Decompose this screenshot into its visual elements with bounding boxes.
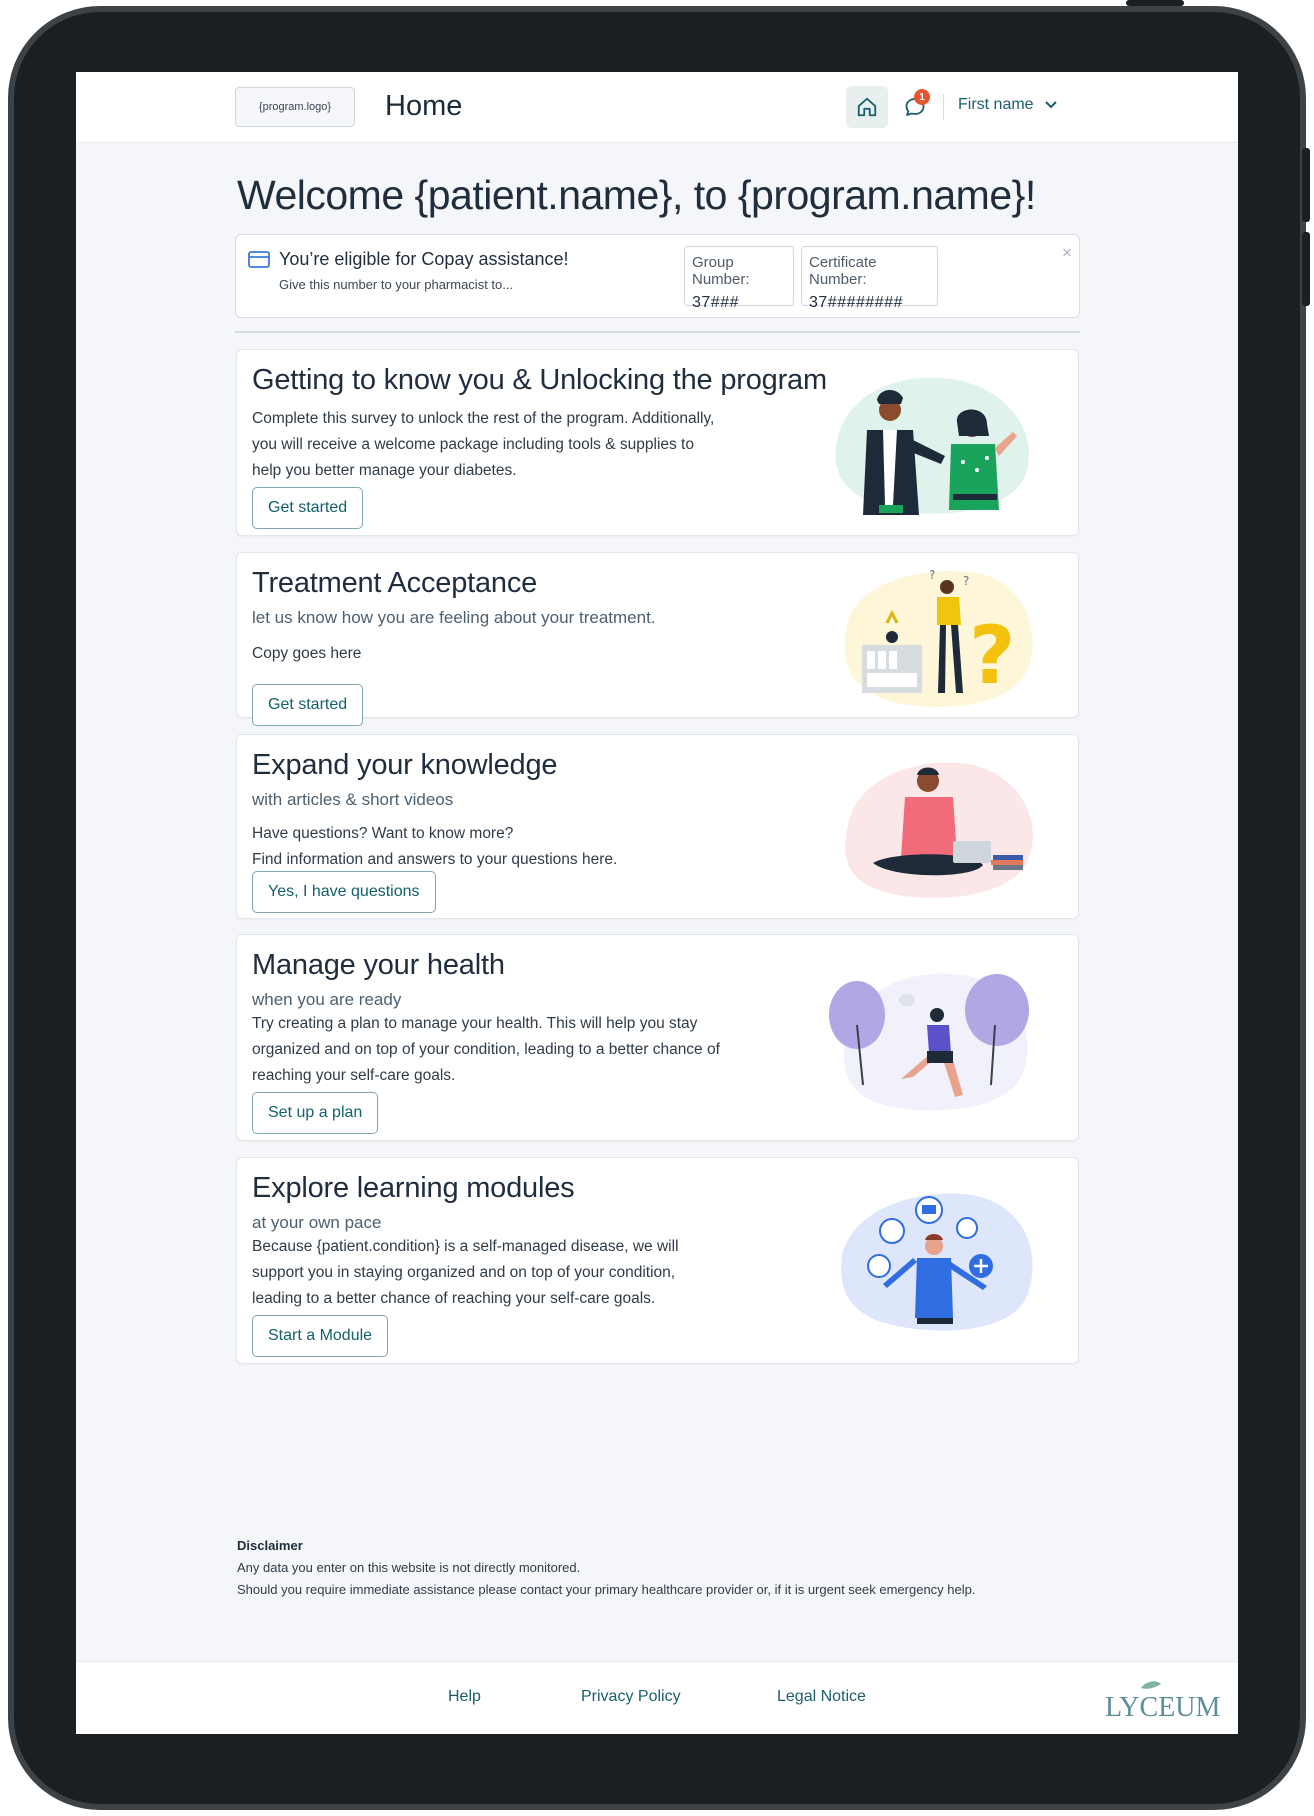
user-name: First name — [958, 96, 1034, 113]
card-treatment-acceptance: Treatment Acceptance let us know how you… — [236, 552, 1079, 726]
card-learning-modules: Explore learning modules at your own pac… — [236, 1157, 1079, 1364]
card-getting-to-know-you: Getting to know you & Unlocking the prog… — [236, 349, 1079, 536]
notification-badge: 1 — [914, 89, 930, 105]
welcome-heading: Welcome {patient.name}, to {program.name… — [237, 172, 1036, 218]
disclaimer-text: Any data you enter on this website is no… — [237, 1560, 581, 1575]
home-button[interactable] — [846, 86, 888, 128]
card-subtitle: with articles & short videos — [252, 790, 454, 809]
card-title: Getting to know you & Unlocking the prog… — [252, 364, 827, 396]
card-subtitle: let us know how you are feeling about yo… — [252, 608, 656, 627]
reading-person-illustration — [845, 762, 1033, 898]
volume-up-button — [1302, 148, 1310, 222]
question-person-illustration: ? ? ? — [844, 568, 1033, 707]
card-body: Copy goes here — [252, 645, 362, 662]
app-screen: {program.logo} Home 1 First name Welcome… — [76, 72, 1238, 1734]
lyceum-logo: LYCEUM — [1105, 1681, 1221, 1722]
card-body: Try creating a plan to manage your healt… — [252, 1015, 720, 1084]
home-icon — [857, 97, 877, 117]
close-icon[interactable]: × — [1062, 243, 1072, 263]
get-started-button[interactable]: Get started — [252, 487, 364, 529]
card-subtitle: at your own pace — [252, 1213, 382, 1232]
card-body: Complete this survey to unlock the rest … — [252, 410, 715, 479]
set-up-a-plan-button[interactable]: Set up a plan — [252, 1092, 379, 1134]
program-logo[interactable]: {program.logo} — [235, 87, 355, 127]
svg-text:?: ? — [929, 568, 935, 582]
group-number-value: 37### — [692, 294, 739, 311]
card-title: Manage your health — [252, 949, 505, 981]
copay-subtitle: Give this number to your pharmacist to..… — [279, 277, 514, 292]
welcome-people-illustration — [835, 377, 1029, 515]
card-manage-health: Manage your health when you are ready Tr… — [236, 934, 1079, 1141]
privacy-policy-link[interactable]: Privacy Policy — [581, 1688, 681, 1706]
modules-person-illustration — [841, 1193, 1033, 1331]
volume-down-button — [1302, 232, 1310, 306]
top-navigation-bar: {program.logo} Home 1 First name — [76, 72, 1238, 143]
help-link[interactable]: Help — [448, 1688, 481, 1706]
running-person-illustration — [829, 973, 1029, 1111]
certificate-number-label: Certificate Number: — [809, 254, 877, 288]
disclaimer-text: Should you require immediate assistance … — [237, 1582, 976, 1597]
legal-notice-link[interactable]: Legal Notice — [777, 1688, 866, 1706]
card-body-line: Have questions? Want to know more? — [252, 825, 514, 842]
card-title: Expand your knowledge — [252, 749, 558, 781]
get-started-button[interactable]: Get started — [252, 684, 364, 726]
header-divider — [943, 94, 944, 120]
certificate-number-value: 37######## — [809, 294, 903, 311]
svg-text:?: ? — [969, 609, 1015, 702]
card-title: Explore learning modules — [252, 1172, 575, 1204]
group-number-label: Group Number: — [692, 254, 750, 288]
page-title: Home — [385, 90, 463, 122]
credit-card-icon — [248, 251, 270, 268]
brand-name: LYCEUM — [1105, 1692, 1221, 1722]
section-divider — [235, 331, 1080, 333]
card-expand-knowledge: Expand your knowledge with articles & sh… — [236, 734, 1079, 919]
copay-banner: You’re eligible for Copay assistance! Gi… — [235, 234, 1080, 318]
power-button — [1126, 0, 1184, 6]
certificate-number-box[interactable]: Certificate Number: 37######## — [801, 246, 938, 311]
yes-i-have-questions-button[interactable]: Yes, I have questions — [252, 871, 436, 913]
card-body-line: Find information and answers to your que… — [252, 851, 618, 868]
start-a-module-button[interactable]: Start a Module — [252, 1315, 389, 1357]
card-subtitle: when you are ready — [252, 990, 402, 1009]
svg-text:?: ? — [963, 574, 969, 588]
card-body: Because {patient.condition} is a self-ma… — [252, 1238, 679, 1307]
footer: Help Privacy Policy Legal Notice LYCEUM — [76, 1661, 1238, 1734]
disclaimer-heading: Disclaimer — [237, 1538, 303, 1553]
chevron-down-icon — [1044, 101, 1057, 109]
group-number-box[interactable]: Group Number: 37### — [684, 246, 794, 311]
user-menu[interactable]: First name — [958, 96, 1058, 114]
card-body: Have questions? Want to know more? Find … — [252, 821, 722, 873]
copay-title: You’re eligible for Copay assistance! — [279, 249, 569, 269]
card-title: Treatment Acceptance — [252, 567, 538, 599]
